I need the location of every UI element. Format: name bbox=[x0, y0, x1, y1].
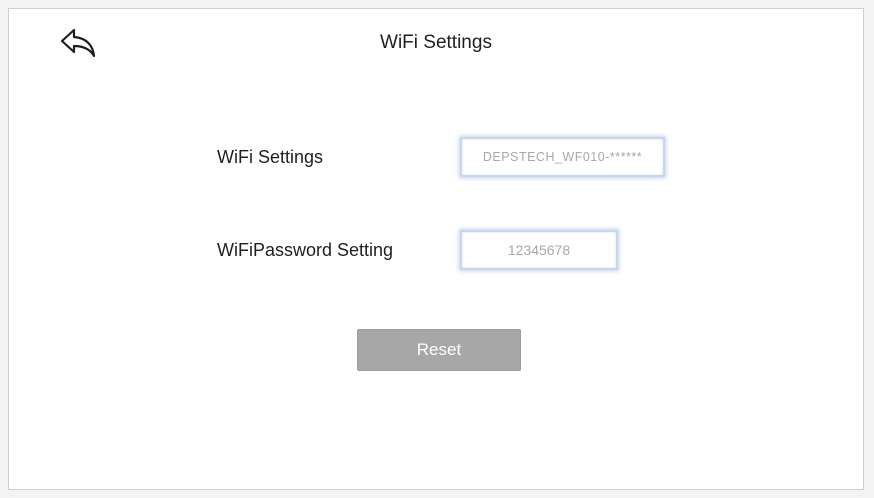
page-title: WiFi Settings bbox=[380, 32, 492, 53]
wifi-password-input[interactable] bbox=[460, 230, 618, 270]
reset-button[interactable]: Reset bbox=[357, 329, 521, 371]
wifi-ssid-label: WiFi Settings bbox=[217, 147, 324, 167]
wifi-password-label: WiFiPassword Setting bbox=[217, 240, 394, 260]
wifi-ssid-input[interactable] bbox=[460, 137, 665, 177]
wifi-settings-screen: WiFi Settings WiFi Settings WiFiPassword… bbox=[8, 8, 864, 490]
